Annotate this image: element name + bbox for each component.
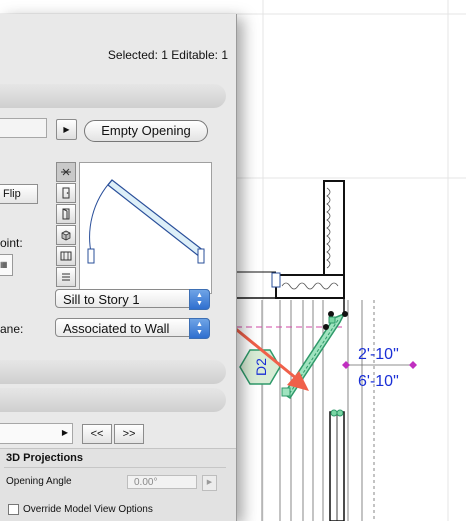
override-checkbox[interactable]	[8, 504, 19, 515]
selection-info: Selected: 1 Editable: 1	[107, 48, 228, 62]
plane-select[interactable]: Associated to Wall ▲ ▼	[55, 318, 210, 339]
opening-angle-label: Opening Angle	[6, 476, 72, 487]
frame-icon[interactable]	[56, 246, 76, 266]
library-part-field[interactable]	[0, 118, 47, 138]
play-arrow-icon: ▶	[61, 428, 68, 437]
play-arrow-icon: ▶	[206, 479, 213, 486]
view-mode-icons	[56, 162, 76, 288]
list-icon[interactable]	[56, 267, 76, 287]
projections-title: 3D Projections	[6, 452, 84, 464]
door-tag[interactable]: D2	[239, 349, 281, 385]
door-icon[interactable]	[56, 183, 76, 203]
elevation-lines	[261, 300, 375, 521]
empty-opening-button[interactable]: Empty Opening	[84, 120, 208, 142]
sill-anchor-value: Sill to Story 1	[63, 292, 140, 307]
door-preview	[79, 162, 212, 294]
opening-icon[interactable]	[56, 204, 76, 224]
browse-arrow-button[interactable]: ▶	[56, 119, 77, 140]
dimension-height-text[interactable]: 6'-10"	[358, 373, 399, 390]
prev-button[interactable]: <<	[82, 424, 112, 444]
projections-panel: 3D Projections Opening Angle 0.00° ▶ Ove…	[0, 448, 236, 521]
select-stepper-icon: ▲ ▼	[189, 289, 210, 310]
override-label: Override Model View Options	[23, 504, 153, 515]
anchor-grid-icon: ▦	[0, 260, 8, 269]
door-swing-preview-icon	[87, 179, 205, 264]
plane-value: Associated to Wall	[63, 321, 170, 336]
plan-view-icon[interactable]	[56, 162, 76, 182]
anchor-point-label: oint:	[0, 236, 23, 250]
anchor-point-selector[interactable]: ▦	[0, 254, 13, 276]
next-button[interactable]: >>	[114, 424, 144, 444]
select-stepper-icon: ▲ ▼	[189, 318, 210, 339]
opening-angle-stepper[interactable]: ▶	[202, 475, 217, 491]
play-arrow-icon: ▶	[63, 125, 70, 134]
flip-button[interactable]: Flip	[0, 184, 38, 204]
door-settings-panel: Selected: 1 Editable: 1 ▶ Empty Opening …	[0, 14, 237, 521]
divider	[4, 467, 226, 468]
sill-anchor-select[interactable]: Sill to Story 1 ▲ ▼	[55, 289, 210, 310]
plane-label: ane:	[0, 322, 24, 336]
parameter-list-field[interactable]: ▶	[0, 423, 73, 444]
section-header-bar[interactable]	[0, 388, 226, 412]
door-tag-text: D2	[253, 358, 269, 376]
opening-angle-input[interactable]: 0.00°	[127, 475, 197, 489]
dimension-width-text[interactable]: 2'-10"	[358, 346, 399, 363]
override-option-row[interactable]: Override Model View Options	[8, 504, 153, 515]
section-header-bar[interactable]	[0, 84, 226, 108]
box-3d-icon[interactable]	[56, 225, 76, 245]
section-header-bar[interactable]	[0, 360, 226, 384]
